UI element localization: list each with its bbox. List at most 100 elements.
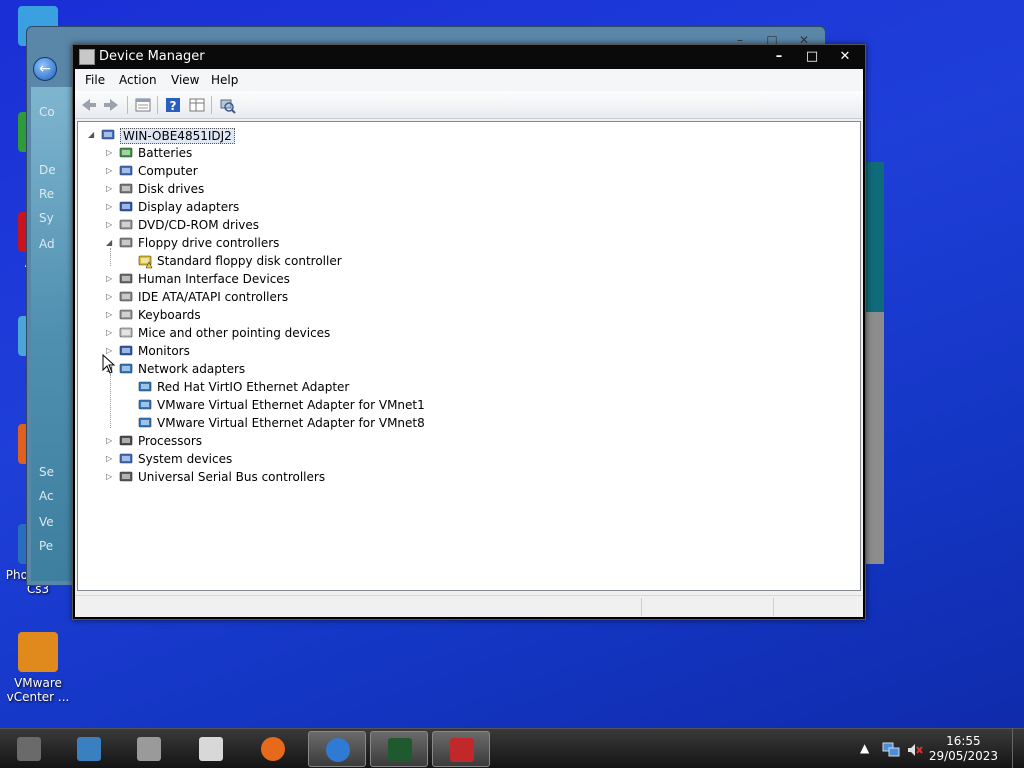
maximize-button[interactable]: □: [798, 47, 826, 67]
bg-panel-link[interactable]: Sy: [39, 211, 73, 225]
network-tray-icon[interactable]: [882, 741, 900, 759]
tree-item-label: Floppy drive controllers: [138, 236, 280, 250]
tree-connector-line: [110, 248, 111, 266]
tree-child-label: VMware Virtual Ethernet Adapter for VMne…: [157, 398, 425, 412]
tree-item-label: Universal Serial Bus controllers: [138, 470, 326, 484]
taskbar-button[interactable]: [244, 731, 302, 767]
desktop-shortcut-icon: [18, 632, 58, 672]
tree-item-label: Batteries: [138, 146, 193, 160]
network-adapter-icon: [138, 399, 152, 410]
mouse-cursor-icon: [102, 354, 116, 374]
snipping-tool-icon: [199, 737, 223, 761]
expand-arrow-icon[interactable]: ▷: [106, 471, 116, 483]
menu-file[interactable]: File: [85, 73, 105, 87]
tree-item-label: System devices: [138, 452, 233, 466]
show-hide-icon[interactable]: [187, 95, 207, 115]
expand-arrow-icon[interactable]: ▷: [106, 201, 116, 213]
bg-panel-link[interactable]: Pe: [39, 539, 73, 553]
bg-panel-link[interactable]: Ad: [39, 237, 73, 251]
expand-arrow-icon[interactable]: ▷: [106, 273, 116, 285]
device-manager-toolbox-icon: [450, 738, 474, 762]
desktop-icon[interactable]: VMware vCenter ...: [0, 632, 76, 704]
tree-connector-line: [110, 374, 111, 428]
expand-arrow-icon[interactable]: ▷: [106, 327, 116, 339]
expand-arrow-icon[interactable]: ▷: [106, 453, 116, 465]
collapse-arrow-icon[interactable]: ◢: [106, 237, 116, 249]
bg-panel-link[interactable]: Re: [39, 187, 73, 201]
network-icon: [119, 363, 133, 374]
device-tree[interactable]: ◢ WIN-OBE4851IDJ2 ▷ Batteries ▷ Computer ▷ Disk…: [77, 121, 861, 591]
close-button[interactable]: ✕: [831, 47, 859, 67]
taskbar-button[interactable]: [60, 731, 118, 767]
menu-view[interactable]: View: [171, 73, 199, 87]
properties-icon[interactable]: [133, 95, 153, 115]
tree-child-label: Red Hat VirtIO Ethernet Adapter: [157, 380, 350, 394]
windows-start-icon: [326, 738, 350, 762]
computer-icon: [119, 165, 133, 176]
desktop-icon-label: VMware vCenter ...: [6, 676, 70, 704]
window-title: Device Manager: [99, 49, 205, 64]
minimize-button[interactable]: –: [765, 47, 793, 67]
tree-item-label: Keyboards: [138, 308, 201, 322]
menu-bar: File Action View Help: [75, 69, 863, 91]
back-icon[interactable]: [79, 95, 99, 115]
taskbar-button[interactable]: [0, 731, 58, 767]
tree-child-label: Standard floppy disk controller: [157, 254, 342, 268]
taskbar-button[interactable]: [432, 731, 490, 767]
help-icon[interactable]: ?: [163, 95, 183, 115]
status-cell: [773, 598, 863, 616]
window-client-area: File Action View Help ? ◢ WIN-OBE4851IDJ2…: [75, 69, 863, 617]
bg-panel-link[interactable]: Ac: [39, 489, 73, 503]
expand-arrow-icon[interactable]: ▷: [106, 165, 116, 177]
volume-muted-icon[interactable]: [906, 741, 924, 759]
network-adapter-icon: [138, 417, 152, 428]
title-bar[interactable]: Device Manager – □ ✕: [73, 45, 865, 69]
expand-arrow-icon[interactable]: ▷: [106, 435, 116, 447]
tree-item-label: Monitors: [138, 344, 190, 358]
expand-arrow-icon[interactable]: ▷: [106, 147, 116, 159]
bg-panel-link[interactable]: Co: [39, 105, 73, 119]
tree-item-label: Mice and other pointing devices: [138, 326, 331, 340]
bg-panel-link[interactable]: Se: [39, 465, 73, 479]
expand-arrow-icon[interactable]: ▷: [106, 309, 116, 321]
tree-item-label: IDE ATA/ATAPI controllers: [138, 290, 289, 304]
bg-panel-link[interactable]: Ve: [39, 515, 73, 529]
clock-date: 29/05/2023: [928, 749, 998, 763]
tree-item-label: Network adapters: [138, 362, 246, 376]
tree-root-label: WIN-OBE4851IDJ2: [120, 128, 235, 144]
bg-back-arrow-icon[interactable]: ←: [33, 57, 57, 81]
taskbar-button[interactable]: [182, 731, 240, 767]
device-manager-window[interactable]: Device Manager – □ ✕ File Action View He…: [72, 44, 866, 620]
keyboard-icon: [119, 309, 133, 320]
forward-icon[interactable]: [101, 95, 121, 115]
expand-arrow-icon[interactable]: ▷: [106, 291, 116, 303]
dvd-icon: [119, 219, 133, 230]
media-player-icon: [77, 737, 101, 761]
clock[interactable]: 16:55 29/05/2023: [929, 734, 998, 764]
menu-help[interactable]: Help: [211, 73, 238, 87]
expand-arrow-icon[interactable]: ▷: [106, 183, 116, 195]
bg-panel-link[interactable]: De: [39, 163, 73, 177]
taskbar-button[interactable]: [120, 731, 178, 767]
clock-time: 16:55: [946, 734, 981, 748]
svg-text:?: ?: [170, 99, 177, 113]
tree-child-label: VMware Virtual Ethernet Adapter for VMne…: [157, 416, 425, 430]
tree-item-label: Disk drives: [138, 182, 205, 196]
tree-item-label: Processors: [138, 434, 203, 448]
menu-action[interactable]: Action: [119, 73, 157, 87]
tray-overflow-icon[interactable]: ▲: [860, 741, 869, 755]
taskbar-button[interactable]: [308, 731, 366, 767]
scan-hardware-icon[interactable]: [217, 95, 237, 115]
floppy-controller-icon: [119, 237, 133, 248]
toolbar-separator: [127, 96, 128, 114]
usb-icon: [119, 471, 133, 482]
status-cell: [641, 598, 773, 616]
microphone-icon: [137, 737, 161, 761]
device-manager-app-icon: [79, 49, 95, 65]
taskbar-button[interactable]: [370, 731, 428, 767]
tree-item-label: DVD/CD-ROM drives: [138, 218, 260, 232]
collapse-arrow-icon[interactable]: ◢: [88, 129, 98, 141]
expand-arrow-icon[interactable]: ▷: [106, 219, 116, 231]
show-desktop-button[interactable]: [1012, 729, 1024, 768]
hid-icon: [119, 273, 133, 284]
